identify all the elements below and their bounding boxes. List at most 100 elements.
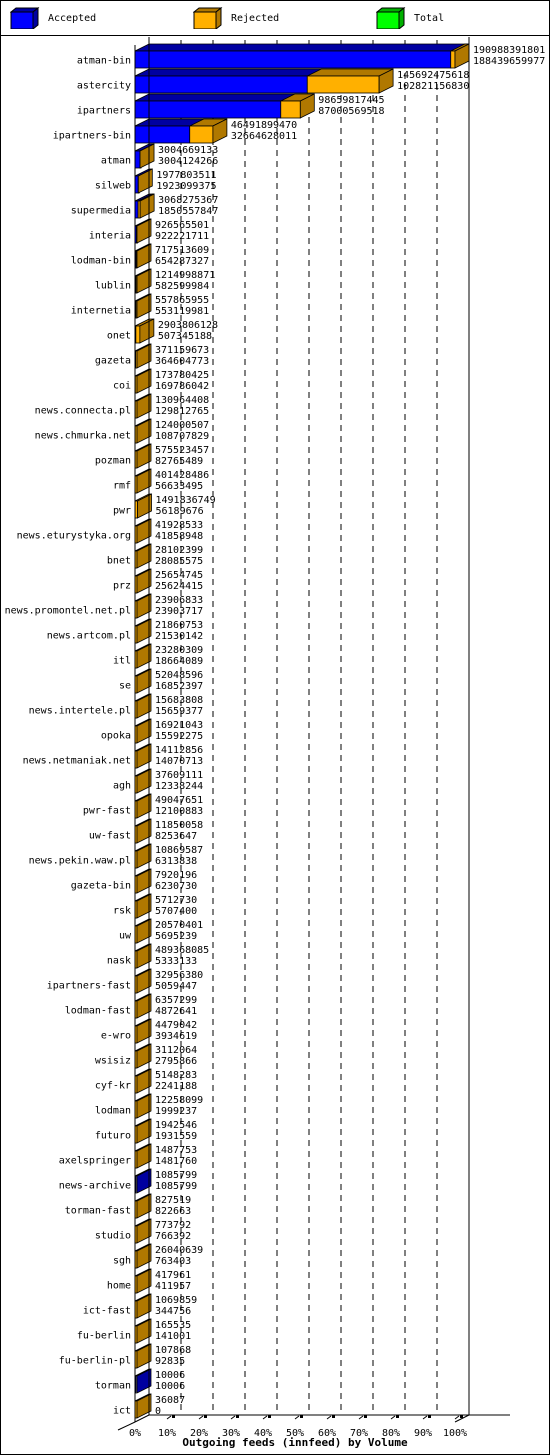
category-label: torman <box>95 1381 131 1392</box>
x-tick-label: 100% <box>443 1428 467 1439</box>
x-tick-mark-back <box>396 1415 399 1418</box>
value-label-accepted: 87000569518 <box>318 106 384 117</box>
value-label-accepted: 507345188 <box>158 331 212 342</box>
value-label-total: 23280309 <box>155 645 203 656</box>
value-label-total: 145692475618 <box>397 70 469 81</box>
bar-rejected <box>450 50 456 69</box>
category-label: onet <box>107 331 131 342</box>
value-label-accepted: 32664628011 <box>231 131 297 142</box>
category-label: rsk <box>113 906 131 917</box>
category-label: lodman <box>95 1106 131 1117</box>
category-label: news.pekin.waw.pl <box>29 856 131 867</box>
value-label-accepted: 92835 <box>155 1356 185 1367</box>
value-label-accepted: 129812765 <box>155 406 209 417</box>
x-tick-mark-back <box>204 1415 207 1418</box>
category-label: axelspringer <box>59 1156 131 1167</box>
bar-accepted <box>134 100 282 119</box>
value-label-accepted: 1085799 <box>155 1181 197 1192</box>
value-label-total: 1487753 <box>155 1145 197 1156</box>
value-label-accepted: 553119981 <box>155 306 209 317</box>
value-label-accepted: 5707400 <box>155 906 197 917</box>
category-label: ipartners-fast <box>47 981 131 992</box>
x-tick-label: 90% <box>414 1428 432 1439</box>
category-label: news.eturystyka.org <box>17 531 131 542</box>
value-label-total: 827519 <box>155 1195 191 1206</box>
value-label-total: 21860753 <box>155 620 203 631</box>
value-label-accepted: 28085575 <box>155 556 203 567</box>
x-tick-mark-back <box>332 1415 335 1418</box>
x-tick-mark-back <box>268 1415 271 1418</box>
category-label: agh <box>113 781 131 792</box>
x-axis-title: Outgoing feeds (innfeed) by Volume <box>182 1436 408 1449</box>
value-label-accepted: 5059447 <box>155 981 197 992</box>
category-label: torman-fast <box>65 1206 131 1217</box>
category-label: ipartners-bin <box>53 131 131 142</box>
bar-side-face <box>137 168 153 194</box>
value-label-accepted: 1850557847 <box>158 206 218 217</box>
category-label: ipartners <box>77 106 131 117</box>
value-label-accepted: 12338244 <box>155 781 203 792</box>
value-label-accepted: 1923099375 <box>156 181 216 192</box>
value-label-accepted: 15659377 <box>155 706 203 717</box>
category-label: pozman <box>95 456 131 467</box>
value-label-accepted: 8253647 <box>155 831 197 842</box>
x-tick-mark <box>198 1415 204 1420</box>
category-label: news.connecta.pl <box>35 406 131 417</box>
value-label-accepted: 822663 <box>155 1206 191 1217</box>
value-label-total: 717513609 <box>155 245 209 256</box>
category-label: news-archive <box>59 1181 131 1192</box>
category-label: sgh <box>113 1256 131 1267</box>
category-label: uw-fast <box>89 831 131 842</box>
bar-rejected <box>280 100 301 119</box>
bar-top-face <box>134 43 470 52</box>
value-label-total: 926565501 <box>155 220 209 231</box>
category-label: news.promontel.net.pl <box>5 606 131 617</box>
value-label-total: 401428486 <box>155 470 209 481</box>
value-label-accepted: 21530142 <box>155 631 203 642</box>
bar-rejected <box>189 125 214 144</box>
value-label-accepted: 18664089 <box>155 656 203 667</box>
value-label-accepted: 6230730 <box>155 881 197 892</box>
value-label-total: 16921043 <box>155 720 203 731</box>
bar-group <box>134 193 155 219</box>
bar-accepted <box>134 150 141 169</box>
category-label: interia <box>89 231 131 242</box>
value-label-total: 37609111 <box>155 770 203 781</box>
value-label-total: 10006 <box>155 1370 185 1381</box>
category-label: futuro <box>95 1131 131 1142</box>
category-label: news.artcom.pl <box>47 631 131 642</box>
x-tick-mark <box>230 1415 236 1420</box>
x-tick-mark <box>390 1415 396 1420</box>
value-label-accepted: 16852397 <box>155 681 203 692</box>
value-label-total: 6357299 <box>155 995 197 1006</box>
x-tick-mark-back <box>460 1415 463 1418</box>
value-label-total: 14112856 <box>155 745 203 756</box>
value-label-accepted: 344756 <box>155 1306 191 1317</box>
value-label-total: 489368085 <box>155 945 209 956</box>
category-label: prz <box>113 581 131 592</box>
value-label-accepted: 654287327 <box>155 256 209 267</box>
value-label-accepted: 766392 <box>155 1231 191 1242</box>
value-label-total: 190988391801 <box>473 45 545 56</box>
value-label-total: 417961 <box>155 1270 191 1281</box>
value-label-accepted: 2795866 <box>155 1056 197 1067</box>
value-label-accepted: 922221711 <box>155 231 209 242</box>
value-label-total: 165535 <box>155 1320 191 1331</box>
value-label-accepted: 56189676 <box>155 506 203 517</box>
value-label-total: 107868 <box>155 1345 191 1356</box>
value-label-total: 98659817445 <box>318 95 384 106</box>
category-label: lublin <box>95 281 131 292</box>
category-label: coi <box>113 381 131 392</box>
value-label-total: 10869587 <box>155 845 203 856</box>
category-label: wsisiz <box>95 1056 131 1067</box>
value-label-total: 49047651 <box>155 795 203 806</box>
value-label-total: 2903806128 <box>158 320 218 331</box>
category-label: news.netmaniak.net <box>23 756 131 767</box>
category-label: rmf <box>113 481 131 492</box>
bar-top-face-rejected <box>307 68 394 77</box>
value-label-accepted: 4872641 <box>155 1006 197 1017</box>
value-label-accepted: 10006 <box>155 1381 185 1392</box>
value-label-total: 557865955 <box>155 295 209 306</box>
category-label: studio <box>95 1231 131 1242</box>
value-label-total: 12258099 <box>155 1095 203 1106</box>
